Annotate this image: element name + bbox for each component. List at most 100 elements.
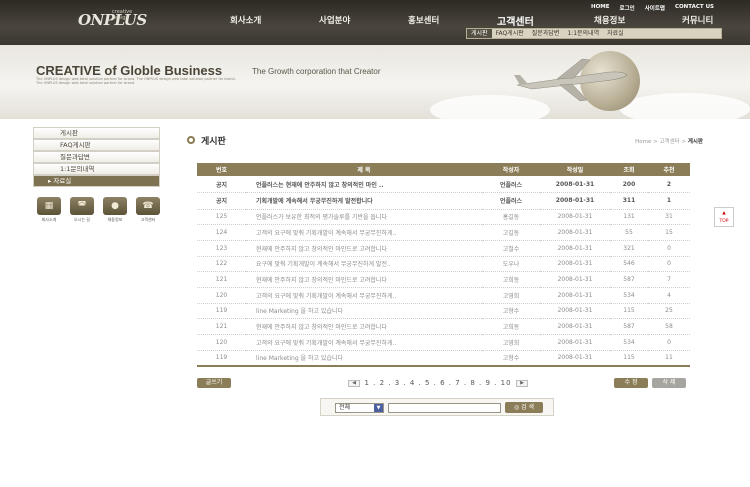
table-row[interactable]: 123 현재에 안주하지 않고 창의적인 마인드로 고려합니다 고철수 2008-01… [197, 240, 690, 257]
table-row[interactable]: 119 line Marketing 을 하고 있습니다 고형수 2008-01-31… [197, 303, 690, 320]
row-author: 언플러스 [482, 192, 540, 210]
utility-nav: HOME 로그인 사이트맵 CONTACT US [591, 4, 714, 12]
subnav-inquiry[interactable]: 1:1문의내역 [563, 29, 603, 38]
table-row[interactable]: 120 고객의 요구에 맞춰 기획개발이 계속해서 무궁무진하게.. 고영희 2008… [197, 287, 690, 304]
banner-title-prefix: CREATIVE [36, 63, 101, 78]
quick-link-label: 회사소개 [41, 217, 57, 222]
people-icon: ● [103, 197, 127, 215]
row-title[interactable]: 고객의 요구에 맞춰 기획개발이 계속해서 무궁무진하게.. [246, 287, 482, 304]
utility-contact-link[interactable]: CONTACT US [675, 4, 714, 12]
table-row[interactable]: 121 현재에 안주하지 않고 창의적인 마인드로 고려합니다 고희동 2008-01… [197, 318, 690, 335]
banner-subtitle: The Growth corporation that Creator [252, 67, 381, 76]
table-row[interactable]: 124 고객의 요구에 맞춰 기획개발이 계속해서 무궁무진하게.. 고길동 2008… [197, 224, 690, 241]
row-recommend: 25 [648, 303, 690, 320]
row-title[interactable]: 현재에 안주하지 않고 창의적인 마인드로 고려합니다 [246, 318, 482, 335]
row-title[interactable]: 언플러스가 보유한 최적의 평가솔루를 기반을 둡니다 [246, 209, 482, 226]
row-title[interactable]: 현재에 안주하지 않고 창의적인 마인드로 고려합니다 [246, 271, 482, 288]
board-table: 번호 제 목 작성자 작성일 조회 추천 공지 언플러스는 현재에 안주하지 않고… [197, 163, 690, 367]
row-date: 2008-01-31 [540, 334, 610, 351]
row-date: 2008-01-31 [540, 271, 610, 288]
edit-button[interactable]: 수 정 [614, 378, 648, 388]
row-number: 123 [197, 240, 246, 257]
nav-community[interactable]: 커뮤니티 [682, 14, 713, 26]
left-menu-item-inquiry[interactable]: 1:1문의내역 [33, 163, 160, 175]
breadcrumb-home[interactable]: Home [635, 139, 651, 145]
utility-home-link[interactable]: HOME [591, 4, 610, 12]
row-date: 2008-01-31 [540, 303, 610, 320]
logo[interactable]: ONPLUS creative design [78, 9, 148, 31]
quick-link-recruit[interactable]: ● 채용정보 [102, 197, 128, 223]
row-views: 200 [610, 176, 648, 193]
search-button[interactable]: ◎ 검 색 [505, 402, 543, 413]
search-input[interactable] [388, 403, 501, 413]
row-title[interactable]: 요구에 맞춰 기획개발이 계속해서 무궁무진하게 발전.. [246, 256, 482, 273]
nav-business[interactable]: 사업분야 [319, 14, 350, 26]
utility-login-link[interactable]: 로그인 [620, 4, 635, 12]
search-button-label: 검 색 [521, 404, 535, 411]
left-menu-item-qna[interactable]: 질문과답변 [33, 151, 160, 163]
scroll-top-button[interactable]: ▲ TOP [714, 207, 734, 227]
subnav-board[interactable]: 게시판 [467, 29, 492, 38]
row-views: 311 [610, 192, 648, 210]
arrow-up-icon: ▲ [722, 211, 726, 216]
row-date: 2008-01-31 [540, 350, 610, 367]
quick-link-label: 오시는 길 [74, 217, 90, 222]
row-title[interactable]: 기획개발에 계속해서 무궁무진하게 발전합니다 [246, 192, 482, 210]
row-recommend: 31 [648, 209, 690, 226]
subnav-archive[interactable]: 자료실 [603, 29, 628, 38]
car-icon: ◚ [70, 197, 94, 215]
row-author: 고희동 [482, 318, 540, 335]
utility-sitemap-link[interactable]: 사이트맵 [645, 4, 665, 12]
row-number: 공지 [197, 192, 246, 210]
table-row[interactable]: 119 line Marketing 을 하고 있습니다 고형수 2008-01-31… [197, 350, 690, 367]
nav-pr-center[interactable]: 홍보센터 [408, 14, 439, 26]
write-button[interactable]: 글쓰기 [197, 378, 231, 388]
table-row[interactable]: 122 요구에 맞춰 기획개발이 계속해서 무궁무진하게 발전.. 도우나 2008-… [197, 256, 690, 273]
breadcrumb-current: 게시판 [687, 139, 703, 145]
row-views: 534 [610, 287, 648, 304]
table-row[interactable]: 121 현재에 안주하지 않고 창의적인 마인드로 고려합니다 고희동 2008-01… [197, 271, 690, 288]
scroll-top-label: TOP [719, 219, 729, 224]
row-title[interactable]: line Marketing 을 하고 있습니다 [246, 350, 482, 367]
banner-title-rest: of Globle Business [100, 63, 223, 78]
board-header-row: 번호 제 목 작성자 작성일 조회 추천 [197, 163, 690, 176]
nav-recruit[interactable]: 채용정보 [594, 14, 625, 26]
row-views: 534 [610, 334, 648, 351]
sub-nav: 게시판 FAQ게시판 질문과답변 1:1문의내역 자료실 [466, 28, 722, 39]
row-views: 115 [610, 303, 648, 320]
next-page-button[interactable]: ▶ [516, 379, 528, 387]
subnav-qna[interactable]: 질문과답변 [528, 29, 564, 38]
nav-company[interactable]: 회사소개 [230, 14, 261, 26]
subnav-faq[interactable]: FAQ게시판 [492, 29, 528, 38]
left-menu-item-faq[interactable]: FAQ게시판 [33, 139, 160, 151]
row-title[interactable]: line Marketing 을 하고 있습니다 [246, 303, 482, 320]
row-recommend: 1 [648, 192, 690, 210]
left-menu-item-archive[interactable]: ▸ 자료실 [33, 175, 160, 187]
visual-banner: CREATIVE of Globle Business The Growth c… [0, 45, 750, 119]
page-numbers[interactable]: 1 . 2 . 3 . 4 . 5 . 6 . 7 . 8 . 9 . 10 [360, 379, 516, 387]
row-title[interactable]: 고객의 요구에 맞춰 기획개발이 계속해서 무궁무진하게.. [246, 334, 482, 351]
quick-link-support[interactable]: ☎ 고객센터 [135, 197, 161, 223]
delete-button[interactable]: 삭 제 [652, 378, 686, 388]
header: ONPLUS creative design HOME 로그인 사이트맵 CON… [0, 0, 750, 45]
left-menu-item-board[interactable]: 게시판 [33, 127, 160, 139]
table-row[interactable]: 125 언플러스가 보유한 최적의 평가솔루를 기반을 둡니다 홍길동 2008-01… [197, 209, 690, 226]
quick-link-directions[interactable]: ◚ 오시는 길 [69, 197, 95, 223]
row-author: 고영희 [482, 334, 540, 351]
row-number: 121 [197, 271, 246, 288]
row-date: 2008-01-31 [540, 224, 610, 241]
search-scope-select[interactable]: 전체 ▼ [335, 403, 384, 413]
nav-customer-center[interactable]: 고객센터 [497, 13, 534, 28]
notice-row[interactable]: 공지 기획개발에 계속해서 무궁무진하게 발전합니다 언플러스 2008-01-31 3… [197, 192, 690, 210]
quick-link-company[interactable]: ▦ 회사소개 [36, 197, 62, 223]
row-number: 119 [197, 350, 246, 367]
row-title[interactable]: 고객의 요구에 맞춰 기획개발이 계속해서 무궁무진하게.. [246, 224, 482, 241]
breadcrumb-section[interactable]: 고객센터 [659, 139, 679, 145]
notice-row[interactable]: 공지 언플러스는 현재에 안주하지 않고 창의적인 마인 .. 언플러스 2008-0… [197, 176, 690, 193]
row-title[interactable]: 현재에 안주하지 않고 창의적인 마인드로 고려합니다 [246, 240, 482, 257]
prev-page-button[interactable]: ◀ [348, 379, 360, 387]
row-number: 120 [197, 334, 246, 351]
table-row[interactable]: 120 고객의 요구에 맞춰 기획개발이 계속해서 무궁무진하게.. 고영희 2008… [197, 334, 690, 351]
row-title[interactable]: 언플러스는 현재에 안주하지 않고 창의적인 마인 .. [246, 176, 482, 193]
row-number: 119 [197, 303, 246, 320]
